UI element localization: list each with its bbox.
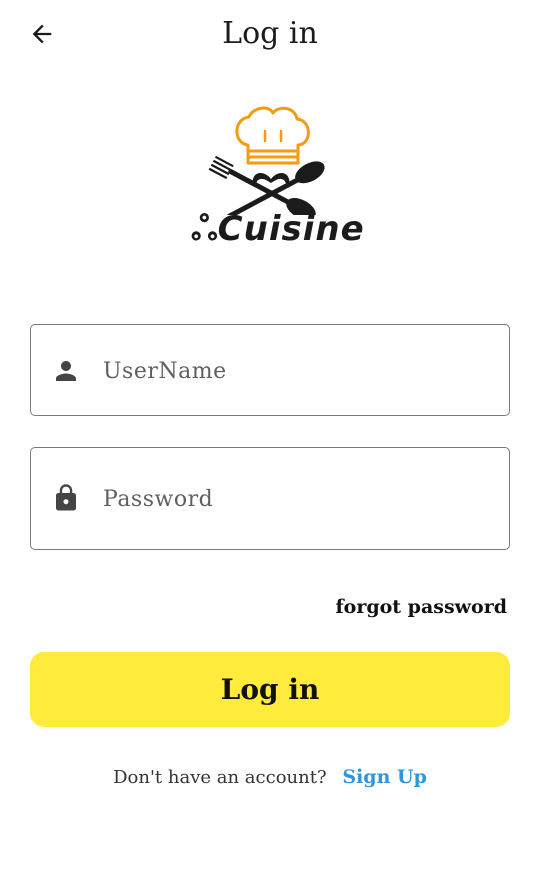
forgot-password-link[interactable]: forgot password — [335, 594, 507, 620]
signup-prompt: Don't have an account? — [113, 767, 327, 788]
cuisine-logo: ஃ Cuisine — [185, 105, 364, 260]
logo-wordmark: ஃ Cuisine — [185, 209, 364, 249]
app-bar: Log in — [0, 0, 540, 70]
login-button[interactable]: Log in — [30, 652, 510, 727]
password-field[interactable] — [30, 447, 510, 550]
person-icon — [51, 353, 81, 389]
signup-link[interactable]: Sign Up — [342, 766, 427, 788]
password-input[interactable] — [103, 483, 489, 515]
signup-row: Don't have an account? Sign Up — [0, 764, 540, 791]
logo-text: Cuisine — [217, 209, 365, 249]
page-title: Log in — [222, 16, 318, 51]
username-field[interactable] — [30, 324, 510, 416]
lock-icon — [51, 480, 81, 516]
logo-glyph: ஃ — [191, 209, 218, 249]
username-input[interactable] — [103, 355, 489, 387]
chef-hat-utensils-icon — [208, 106, 325, 220]
